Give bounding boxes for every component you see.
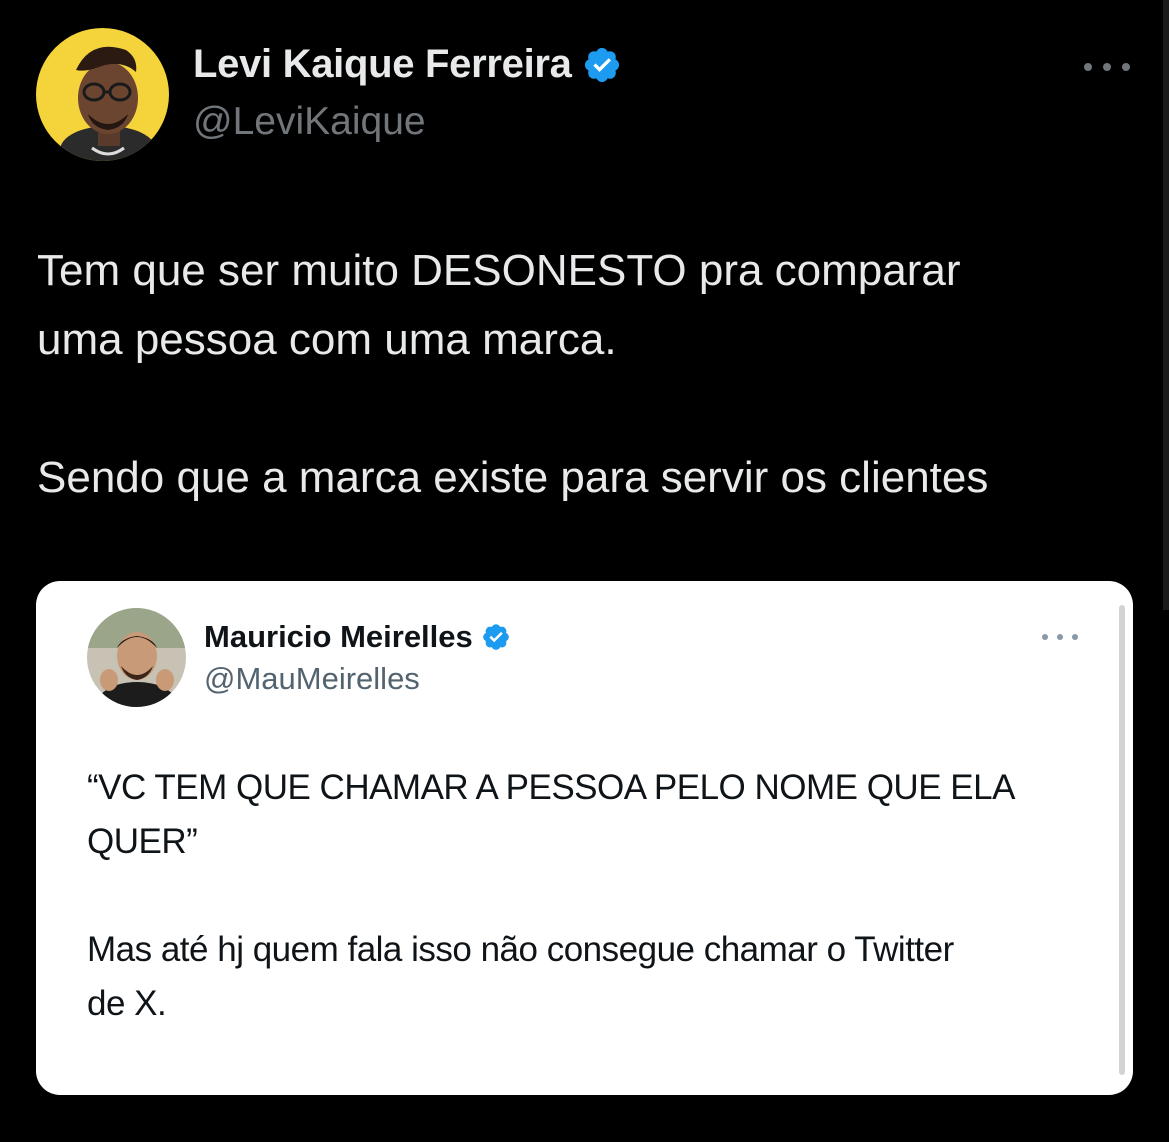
tweet-text: Tem que ser muito DESONESTO pra comparar…	[37, 246, 989, 502]
author-handle[interactable]: @LeviKaique	[193, 100, 426, 144]
author-display-name[interactable]: Levi Kaique Ferreira	[193, 42, 622, 87]
verified-badge-icon	[481, 622, 511, 652]
quoted-author-handle[interactable]: @MauMeirelles	[204, 661, 420, 697]
quoted-author-avatar-image	[87, 608, 186, 707]
quoted-more-options-icon[interactable]	[1042, 631, 1078, 643]
tweet: Levi Kaique Ferreira @LeviKaique Tem que…	[0, 0, 1169, 1142]
quoted-card-scrollbar	[1119, 605, 1125, 1075]
quoted-tweet-card[interactable]: Mauricio Meirelles @MauMeirelles “VC TEM…	[36, 581, 1133, 1095]
verified-badge-icon	[582, 45, 622, 85]
quoted-author-avatar[interactable]	[87, 608, 186, 707]
quoted-author-name-text: Mauricio Meirelles	[204, 619, 473, 654]
more-options-icon[interactable]	[1084, 52, 1130, 82]
quoted-tweet-text: “VC TEM QUE CHAMAR A PESSOA PELO NOME QU…	[87, 768, 1015, 1023]
quoted-author-display-name[interactable]: Mauricio Meirelles	[204, 619, 511, 655]
author-avatar-image	[36, 28, 169, 161]
author-avatar[interactable]	[36, 28, 169, 161]
page-scrollbar[interactable]	[1163, 0, 1169, 610]
author-name-text: Levi Kaique Ferreira	[193, 42, 572, 86]
